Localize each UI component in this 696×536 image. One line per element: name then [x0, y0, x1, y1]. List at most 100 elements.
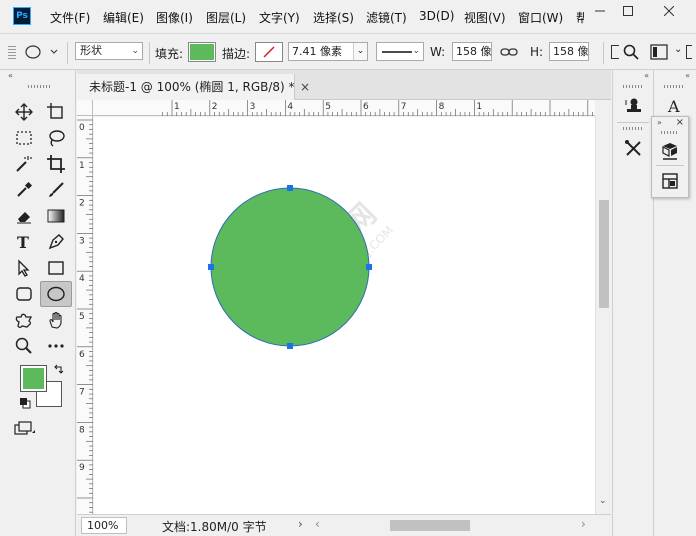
- scroll-left-icon[interactable]: ‹: [315, 517, 320, 531]
- height-field[interactable]: 158 像: [549, 42, 589, 61]
- close-button[interactable]: [655, 0, 683, 22]
- close-tab-icon[interactable]: ×: [300, 74, 310, 100]
- anchor-point-left[interactable]: [208, 264, 214, 270]
- horizontal-scroll-thumb[interactable]: [390, 520, 470, 531]
- character-panel-button[interactable]: A: [662, 94, 688, 118]
- screen-mode-button[interactable]: [14, 420, 36, 439]
- workspace-button[interactable]: [650, 44, 670, 63]
- link-dimensions-button[interactable]: [500, 44, 518, 63]
- menu-edit[interactable]: 编辑(E): [103, 9, 144, 26]
- tool-preset-picker[interactable]: [24, 43, 64, 64]
- canvas[interactable]: 装 机 网 WWW.ZJ.COM: [94, 117, 595, 514]
- horizontal-ruler[interactable]: 1 2 3 4 5 6 7 8 1: [93, 100, 595, 116]
- scroll-right-icon[interactable]: ›: [581, 517, 586, 531]
- close-panel-icon[interactable]: ×: [676, 117, 684, 128]
- path-selection-tool[interactable]: [9, 256, 39, 280]
- scroll-down-icon[interactable]: ⌄: [599, 496, 607, 506]
- clone-source-button[interactable]: [621, 94, 647, 118]
- eraser-tool[interactable]: [9, 204, 39, 228]
- ruler-label: 1: [79, 161, 85, 171]
- menu-image[interactable]: 图像(I): [156, 9, 193, 26]
- expand-panel-icon[interactable]: «: [644, 71, 649, 80]
- share-icon[interactable]: [686, 45, 692, 59]
- maximize-button[interactable]: [614, 0, 642, 22]
- expand-panel-icon[interactable]: »: [657, 118, 662, 127]
- chevron-down-icon[interactable]: ⌄: [674, 44, 682, 55]
- document-info[interactable]: 文档:1.80M/0 字节: [162, 518, 267, 535]
- gradient-tool[interactable]: [41, 204, 71, 228]
- zoom-level-field[interactable]: 100%: [81, 517, 127, 534]
- stroke-line-icon: [382, 51, 412, 53]
- properties-panel-button[interactable]: [657, 169, 683, 193]
- menu-3d[interactable]: 3D(D): [419, 9, 454, 23]
- rounded-rectangle-icon: [16, 287, 32, 301]
- pen-tool[interactable]: [41, 230, 71, 254]
- swap-colors-button[interactable]: [53, 364, 65, 379]
- magic-wand-tool[interactable]: [9, 152, 39, 176]
- hand-tool[interactable]: [41, 308, 71, 332]
- gradient-icon: [47, 209, 65, 223]
- tools-cross-icon: [625, 140, 641, 156]
- ruler-label: 2: [79, 199, 85, 209]
- mode-select[interactable]: 形状 ⌄: [75, 42, 143, 60]
- menu-view[interactable]: 视图(V): [464, 9, 506, 26]
- more-tools[interactable]: [41, 334, 71, 358]
- floating-panel-group[interactable]: » ×: [651, 116, 689, 198]
- status-menu-arrow-icon[interactable]: ›: [298, 517, 303, 531]
- default-colors-button[interactable]: [19, 397, 31, 412]
- type-tool[interactable]: T: [9, 230, 39, 254]
- marquee-tool[interactable]: [9, 126, 39, 150]
- menu-window[interactable]: 窗口(W): [518, 9, 563, 26]
- menu-select[interactable]: 选择(S): [313, 9, 354, 26]
- 3d-panel-button[interactable]: [657, 139, 683, 163]
- stroke-width-field[interactable]: 7.41 像素 ⌄: [288, 42, 368, 61]
- lasso-tool[interactable]: [41, 126, 71, 150]
- rounded-rectangle-tool[interactable]: [9, 282, 39, 306]
- custom-shape-tool[interactable]: [9, 308, 39, 332]
- svg-text:T: T: [17, 233, 29, 251]
- ellipse-icon: [47, 286, 65, 302]
- collapse-panel-icon[interactable]: «: [8, 71, 13, 80]
- eraser-icon: [17, 212, 31, 224]
- menu-file[interactable]: 文件(F): [50, 9, 90, 26]
- vertical-ruler[interactable]: 0 1 2 3 4 5 6 7 8 9: [77, 116, 93, 514]
- expand-panel-icon[interactable]: «: [685, 71, 690, 80]
- document-tab[interactable]: 未标题-1 @ 100% (椭圆 1, RGB/8) * ×: [77, 74, 310, 100]
- eyedropper-tool[interactable]: [9, 178, 39, 202]
- stroke-swatch[interactable]: [255, 42, 283, 62]
- stroke-type-select[interactable]: ⌄: [376, 42, 424, 61]
- ellipse-shape[interactable]: [210, 187, 370, 347]
- chevron-down-icon[interactable]: ⌄: [353, 43, 367, 60]
- panel-grip: [664, 85, 684, 88]
- crop-tool[interactable]: [41, 152, 71, 176]
- menu-help[interactable]: 帮: [576, 9, 584, 26]
- anchor-point-bottom[interactable]: [287, 343, 293, 349]
- minimize-icon: [595, 10, 605, 12]
- tool-presets-button[interactable]: [621, 136, 647, 160]
- anchor-point-top[interactable]: [287, 185, 293, 191]
- chevron-down-icon: ⌄: [131, 46, 139, 56]
- brush-tool[interactable]: [41, 178, 71, 202]
- vertical-ruler-ticks: 0 1 2 3 4 5 6 7 8 9: [77, 119, 93, 513]
- move-tool[interactable]: [9, 100, 39, 124]
- vertical-scroll-thumb[interactable]: [599, 200, 609, 308]
- artboard-tool[interactable]: [41, 100, 71, 124]
- path-operations-icon[interactable]: [611, 45, 619, 59]
- anchor-point-right[interactable]: [366, 264, 372, 270]
- zoom-tool[interactable]: [9, 334, 39, 358]
- menu-filter[interactable]: 滤镜(T): [366, 9, 407, 26]
- width-field[interactable]: 158 像: [452, 42, 492, 61]
- menu-layer[interactable]: 图层(L): [206, 9, 246, 26]
- vertical-scrollbar[interactable]: ⌄: [595, 116, 611, 514]
- ruler-origin[interactable]: [77, 100, 93, 116]
- search-button[interactable]: [623, 44, 639, 63]
- menu-type[interactable]: 文字(Y): [259, 9, 300, 26]
- ellipse-tool[interactable]: [40, 281, 72, 307]
- foreground-color-swatch[interactable]: [20, 365, 47, 392]
- rectangle-tool[interactable]: [41, 256, 71, 280]
- height-value: 158 像: [553, 45, 589, 58]
- minimize-button[interactable]: [586, 0, 614, 22]
- panel-grip: [28, 85, 50, 88]
- fill-swatch[interactable]: [188, 42, 216, 62]
- ellipse-preset-icon: [25, 45, 58, 59]
